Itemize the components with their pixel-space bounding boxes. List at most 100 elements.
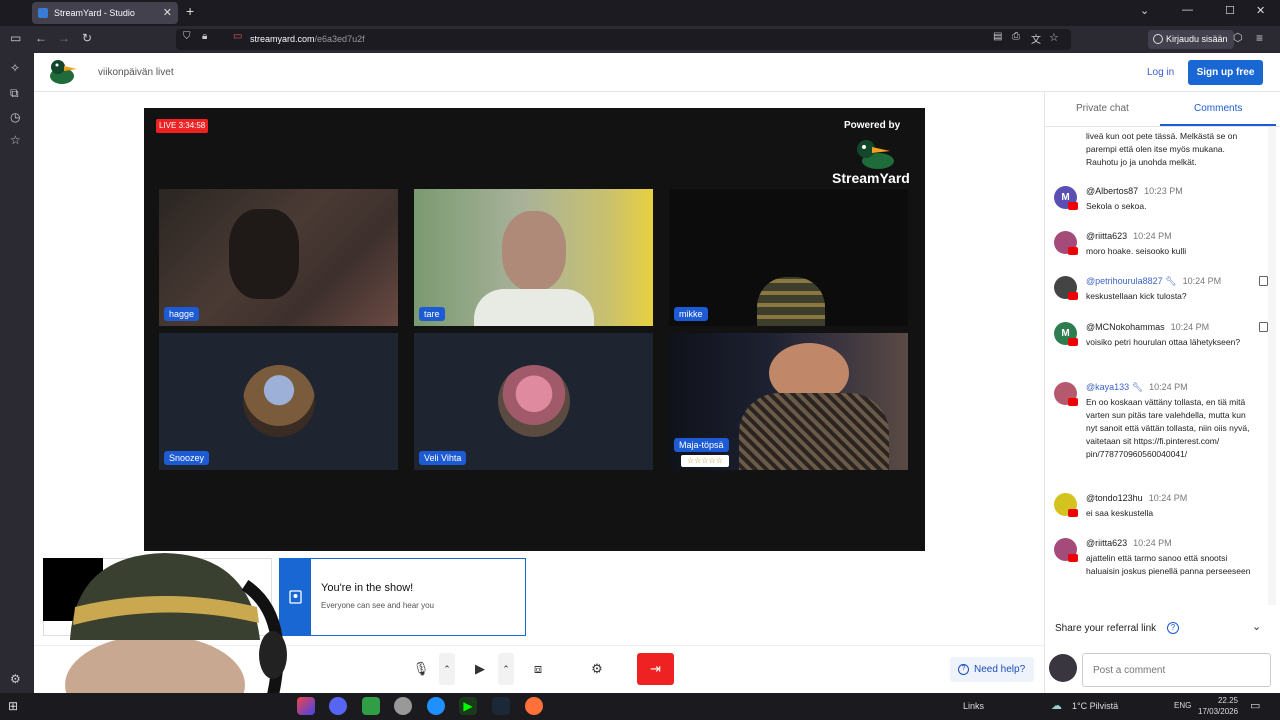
youtube-icon xyxy=(1068,202,1078,210)
screenshot-icon[interactable]: ⎙ xyxy=(1012,31,1020,42)
start-icon[interactable]: ⊞ xyxy=(8,699,18,713)
comment-text: En oo koskaan vättäny tollasta, en tiä m… xyxy=(1086,397,1250,459)
comment-text: keskustellaan kick tulosta? xyxy=(1086,291,1187,301)
toast-subtitle: Everyone can see and hear you xyxy=(321,601,434,610)
history-icon[interactable]: ◷ xyxy=(10,110,20,124)
user-avatar xyxy=(1049,654,1077,682)
comment-text: voisiko petri hourulan ottaa lähetykseen… xyxy=(1086,337,1241,347)
microphone-icon[interactable]: 🎙︎ xyxy=(407,653,435,685)
language-indicator[interactable]: ENG xyxy=(1174,701,1191,710)
steam-icon[interactable] xyxy=(492,697,510,715)
play-icon[interactable]: ▶ xyxy=(459,697,477,715)
camera-icon[interactable]: ▶ xyxy=(466,653,494,685)
youtube-icon xyxy=(1068,554,1078,562)
signup-button[interactable]: Sign up free xyxy=(1188,60,1263,85)
bookmark-star-icon[interactable]: ☆ xyxy=(1049,31,1059,44)
app-icon[interactable] xyxy=(297,697,315,715)
comment-text: moro hoake. seisooko kulli xyxy=(1086,246,1187,256)
comment-author: @riitta623 10:24 PM xyxy=(1086,231,1172,241)
camera-options-chevron-icon[interactable]: ⌃ xyxy=(498,653,514,685)
tab-title: StreamYard - Studio xyxy=(54,8,135,18)
participant-name: Maja-töpsä xyxy=(674,438,729,452)
comment-action-icon[interactable] xyxy=(1259,322,1268,332)
edge-icon[interactable] xyxy=(427,697,445,715)
maximize-icon[interactable]: ☐ xyxy=(1225,4,1235,17)
browser-tab[interactable]: StreamYard - Studio ✕ xyxy=(32,2,178,24)
close-window-icon[interactable]: ✕ xyxy=(1256,4,1265,17)
tab-private-chat[interactable]: Private chat xyxy=(1076,103,1129,114)
mic-options-chevron-icon[interactable]: ⌃ xyxy=(439,653,455,685)
url-text[interactable]: streamyard.com/e6a3ed7u2f xyxy=(250,34,365,44)
participant-tile[interactable]: hagge xyxy=(159,189,398,326)
app-icon[interactable] xyxy=(394,697,412,715)
settings-icon[interactable]: ⚙ xyxy=(583,653,611,685)
participant-name: hagge xyxy=(164,307,200,321)
new-tab-icon[interactable]: + xyxy=(186,3,194,19)
app-icon[interactable] xyxy=(362,697,380,715)
referral-link-label[interactable]: Share your referral link xyxy=(1055,623,1156,634)
tab-list-icon[interactable]: ⌄ xyxy=(1140,4,1149,17)
minimize-icon[interactable]: — xyxy=(1182,4,1193,16)
webcam-overlay xyxy=(65,553,287,695)
system-clock[interactable]: 22.25 17/03/2026 xyxy=(1198,695,1238,717)
shield-icon[interactable]: ⛉ xyxy=(183,31,191,42)
back-icon[interactable]: ← xyxy=(35,31,47,45)
youtube-icon xyxy=(1068,509,1078,517)
screen-share-icon[interactable]: ⧈ xyxy=(524,653,552,685)
forward-icon[interactable]: → xyxy=(58,31,70,45)
stage-canvas xyxy=(144,108,925,551)
comment-author: @Albertos87 10:23 PM xyxy=(1086,186,1183,196)
streamyard-wordmark: StreamYard xyxy=(832,170,910,186)
comment-text: Sekola o sekoa. xyxy=(1086,201,1147,211)
participant-name: Snoozey xyxy=(164,451,210,465)
comment-action-icon[interactable] xyxy=(1259,276,1268,286)
browser-signin-button[interactable]: Kirjaudu sisään xyxy=(1148,30,1234,49)
toast-title: You're in the show! xyxy=(321,582,414,594)
participant-video xyxy=(502,211,566,291)
comment-author: @petrihourula8827 🔧︎ 10:24 PM xyxy=(1086,276,1222,286)
reload-icon[interactable]: ↻ xyxy=(82,31,92,45)
participant-tile[interactable]: mikke xyxy=(669,189,908,326)
login-link[interactable]: Log in xyxy=(1147,67,1174,78)
bookmarks-icon[interactable]: ☆ xyxy=(10,133,21,147)
referral-help-icon[interactable]: ? xyxy=(1167,622,1179,634)
comment-text: ei saa keskustella xyxy=(1086,508,1154,518)
sidebar-toggle-icon[interactable]: ▭ xyxy=(10,31,21,45)
need-help-button[interactable]: ? Need help? xyxy=(950,657,1034,682)
permissions-icon[interactable]: ▭ xyxy=(233,31,242,42)
tab-comments[interactable]: Comments xyxy=(1194,103,1242,114)
extensions-icon[interactable]: ⬡ xyxy=(1233,31,1243,44)
close-tab-icon[interactable]: ✕ xyxy=(163,2,172,24)
comments-list[interactable]: liveä kun oot pete tässä. Melkästä se on… xyxy=(1044,127,1268,605)
links-toolbar[interactable]: Links xyxy=(963,701,984,711)
comment-author: @MCNokohammas 10:24 PM xyxy=(1086,322,1210,332)
participant-name: mikke xyxy=(674,307,708,321)
chevron-down-icon[interactable]: ⌄ xyxy=(1252,620,1261,633)
browser-sidebar xyxy=(0,53,34,693)
reader-view-icon[interactable]: ▤ xyxy=(993,31,1002,42)
notifications-icon[interactable]: ▭ xyxy=(1250,699,1260,712)
leave-studio-button[interactable]: ⇥ xyxy=(637,653,674,685)
participant-tile[interactable]: Maja-töpsä xyxy=(669,333,908,470)
synced-tabs-icon[interactable]: ⧉ xyxy=(10,86,19,101)
firefox-icon[interactable] xyxy=(525,697,543,715)
cloud-icon: ☁ xyxy=(1051,700,1062,712)
participant-tile[interactable]: Snoozey xyxy=(159,333,398,470)
weather-widget[interactable]: 1°C Pilvistä xyxy=(1072,701,1118,711)
menu-icon[interactable]: ≡ xyxy=(1256,31,1263,45)
participant-tile[interactable]: tare xyxy=(414,189,653,326)
youtube-icon xyxy=(1068,398,1078,406)
moderator-wrench-icon: 🔧︎ xyxy=(1131,382,1144,392)
participant-name: Veli Vihta xyxy=(419,451,467,465)
discord-icon[interactable] xyxy=(329,697,347,715)
translate-icon[interactable]: 文 xyxy=(1031,31,1041,46)
customize-sidebar-icon[interactable]: ⚙ xyxy=(10,672,21,686)
comment-author: @riitta623 10:24 PM xyxy=(1086,538,1172,548)
ai-chat-icon[interactable]: ✧ xyxy=(10,61,20,75)
participant-tile[interactable]: Veli Vihta xyxy=(414,333,653,470)
comment-author: @tondo123hu 10:24 PM xyxy=(1086,493,1188,503)
comments-scrollbar[interactable] xyxy=(1268,127,1276,605)
broadcast-title: viikonpäivän livet xyxy=(98,67,174,78)
comment-input[interactable] xyxy=(1082,653,1271,687)
lock-icon[interactable]: 🔒︎ xyxy=(202,31,207,42)
